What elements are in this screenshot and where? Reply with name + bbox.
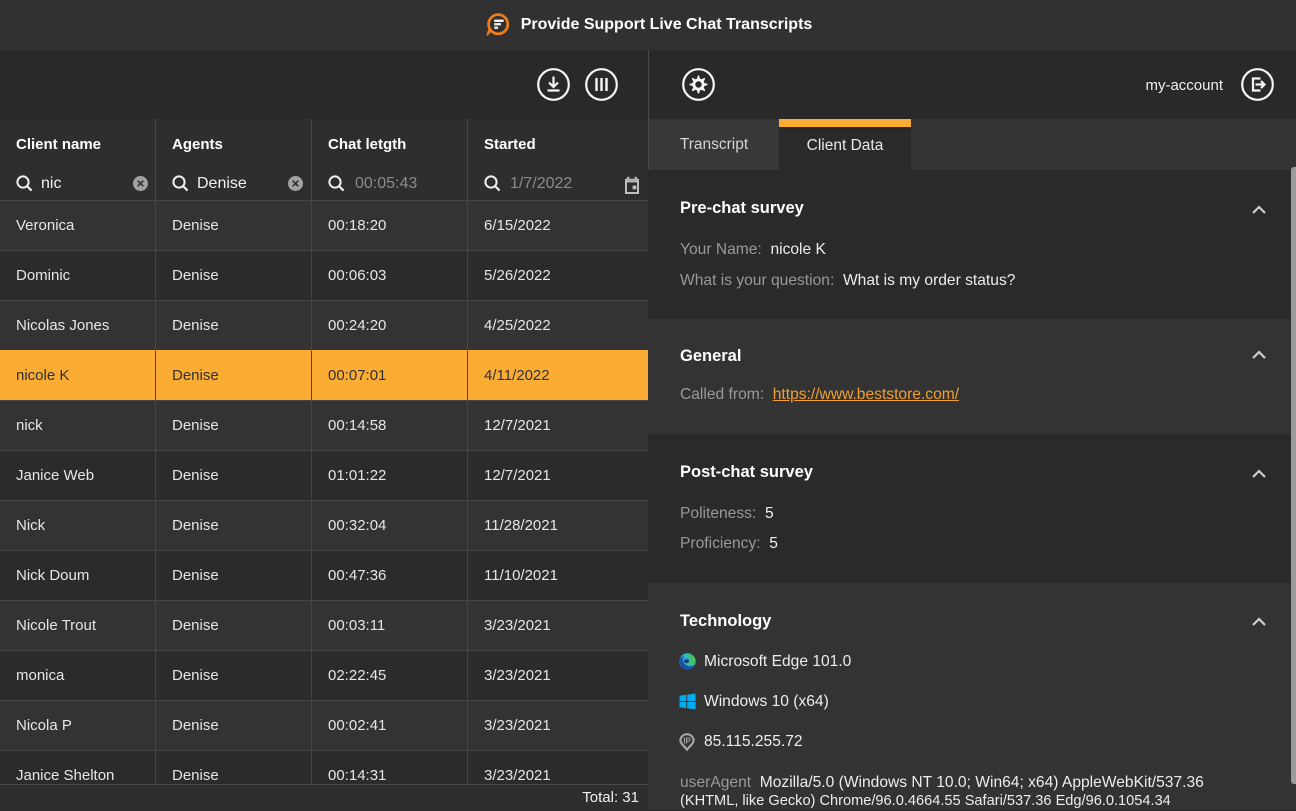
svg-text:IP: IP bbox=[683, 736, 690, 745]
